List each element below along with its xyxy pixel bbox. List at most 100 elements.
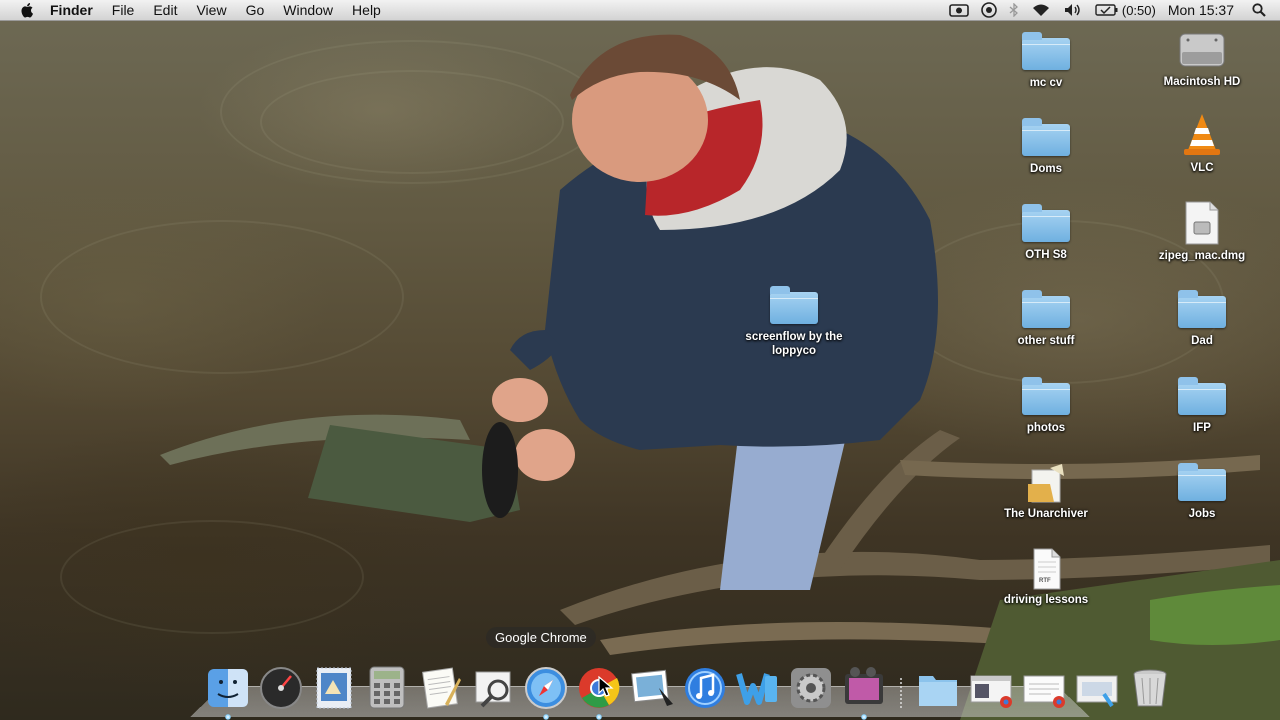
folder-icon <box>770 286 818 324</box>
desktop-icon-driving-lessons[interactable]: RTF driving lessons <box>986 548 1106 608</box>
hard-drive-icon <box>1179 33 1225 67</box>
wifi-icon[interactable] <box>1031 3 1051 17</box>
finder-icon <box>208 669 248 707</box>
dock-folder[interactable] <box>915 664 961 710</box>
desktop-icon-label: The Unarchiver <box>1004 508 1088 520</box>
desktop-icon-vlc[interactable]: VLC <box>1142 112 1262 176</box>
desktop-icon-macintosh-hd[interactable]: Macintosh HD <box>1142 28 1262 90</box>
window-thumbnail-icon <box>970 675 1012 708</box>
desktop-icon-zipeg-dmg[interactable]: zipeg_mac.dmg <box>1142 200 1262 264</box>
dock-safari[interactable] <box>523 664 569 720</box>
folder-icon <box>1178 377 1226 415</box>
folder-icon <box>1022 32 1070 70</box>
sync-icon[interactable] <box>981 2 997 18</box>
desktop-icon-label: other stuff <box>1017 335 1075 347</box>
iphoto-icon <box>631 669 673 706</box>
folder-icon <box>919 676 957 706</box>
desktop-icon-doms[interactable]: Doms <box>986 118 1106 177</box>
folder-icon <box>1178 463 1226 501</box>
desktop-icon-label: OTH S8 <box>1025 249 1067 261</box>
folder-icon <box>1022 377 1070 415</box>
dock-minimized-window-1[interactable] <box>968 664 1014 710</box>
running-indicator <box>596 714 602 720</box>
desktop-icon-label: photos <box>1026 422 1066 434</box>
unarchiver-icon <box>1028 464 1064 503</box>
dock-dashboard[interactable] <box>258 664 304 710</box>
desktop-icon-other-stuff[interactable]: other stuff <box>986 290 1106 349</box>
dock-trash[interactable] <box>1127 664 1173 710</box>
desktop-icon-the-unarchiver[interactable]: The Unarchiver <box>986 462 1106 522</box>
menu-finder[interactable]: Finder <box>50 2 93 18</box>
desktop-icon-label: screenflow by the loppyco <box>745 331 843 357</box>
dock-separator <box>894 664 908 710</box>
bluetooth-icon[interactable] <box>1009 3 1019 17</box>
menu-window[interactable]: Window <box>283 2 333 18</box>
desktop-icon-screenflow[interactable]: screenflow by the loppyco <box>734 286 854 359</box>
gear-icon <box>791 668 831 708</box>
dock-minimized-window-3[interactable] <box>1074 664 1120 710</box>
spotlight-icon[interactable] <box>1252 3 1266 17</box>
desktop-icon-ifp[interactable]: IFP <box>1142 377 1262 436</box>
dock-itunes[interactable] <box>682 664 728 710</box>
dock-photo-booth[interactable] <box>841 664 887 720</box>
desktop-icon-mc-cv[interactable]: mc cv <box>986 32 1106 91</box>
itunes-icon <box>685 668 725 708</box>
desktop-icon-label: zipeg_mac.dmg <box>1158 250 1246 262</box>
menu-bar: Finder File Edit View Go Window Help (0:… <box>0 0 1280 21</box>
screen-record-icon[interactable] <box>949 3 969 17</box>
apple-menu-icon[interactable] <box>20 2 36 18</box>
trash-icon <box>1133 669 1167 707</box>
desktop-icon-label: IFP <box>1193 422 1211 434</box>
menu-edit[interactable]: Edit <box>153 2 177 18</box>
window-thumbnail-icon <box>1023 675 1065 708</box>
volume-icon[interactable] <box>1063 3 1083 17</box>
folder-icon <box>1022 118 1070 156</box>
dock-preview[interactable] <box>470 664 516 710</box>
folder-icon <box>1178 290 1226 328</box>
preview-icon <box>475 671 511 708</box>
dock-system-preferences[interactable] <box>788 664 834 710</box>
dock-iphoto[interactable] <box>629 664 675 710</box>
dock-tooltip: Google Chrome <box>486 627 596 648</box>
desktop-icon-label: Dad <box>1191 335 1213 347</box>
menu-file[interactable]: File <box>112 2 135 18</box>
desktop-icon-label: driving lessons <box>1003 594 1089 606</box>
vlc-cone-icon <box>1184 114 1220 155</box>
menu-help[interactable]: Help <box>352 2 381 18</box>
desktop-icon-label: Jobs <box>1188 508 1216 520</box>
dock-calculator[interactable] <box>364 664 410 710</box>
word-icon <box>736 673 777 705</box>
menubar-clock[interactable]: Mon 15:37 <box>1168 2 1234 18</box>
desktop-wallpaper <box>0 0 1280 720</box>
desktop-icon-jobs[interactable]: Jobs <box>1142 463 1262 522</box>
battery-time: (0:50) <box>1121 2 1156 18</box>
desktop-icon-oth-s8[interactable]: OTH S8 <box>986 204 1106 263</box>
dock-minimized-window-2[interactable] <box>1021 664 1067 710</box>
folder-icon <box>1022 204 1070 242</box>
desktop-icon-label: Macintosh HD <box>1163 76 1241 88</box>
desktop-icon-dad[interactable]: Dad <box>1142 290 1262 349</box>
mouse-cursor-icon <box>598 676 614 697</box>
calculator-icon <box>369 666 405 709</box>
dock-mail[interactable] <box>311 664 357 710</box>
dock <box>205 658 1180 720</box>
dock-textedit[interactable] <box>417 664 463 710</box>
battery-icon[interactable]: (0:50) <box>1095 3 1156 18</box>
desktop-icon-label: VLC <box>1190 162 1214 174</box>
mail-stamp-icon <box>316 667 352 709</box>
desktop-icon-photos[interactable]: photos <box>986 377 1106 436</box>
running-indicator <box>225 714 231 720</box>
rtf-badge: RTF <box>1039 578 1051 584</box>
safari-compass-icon <box>525 667 567 709</box>
river-scene <box>160 34 1280 720</box>
dock-finder[interactable] <box>205 664 251 720</box>
running-indicator <box>861 714 867 720</box>
menu-view[interactable]: View <box>196 2 226 18</box>
dock-word[interactable] <box>735 664 781 710</box>
window-thumbnail-icon <box>1076 675 1118 708</box>
desktop-icon-label: Doms <box>1030 163 1062 175</box>
dashboard-icon <box>260 667 302 709</box>
folder-icon <box>1022 290 1070 328</box>
textedit-icon <box>422 667 461 709</box>
menu-go[interactable]: Go <box>246 2 265 18</box>
